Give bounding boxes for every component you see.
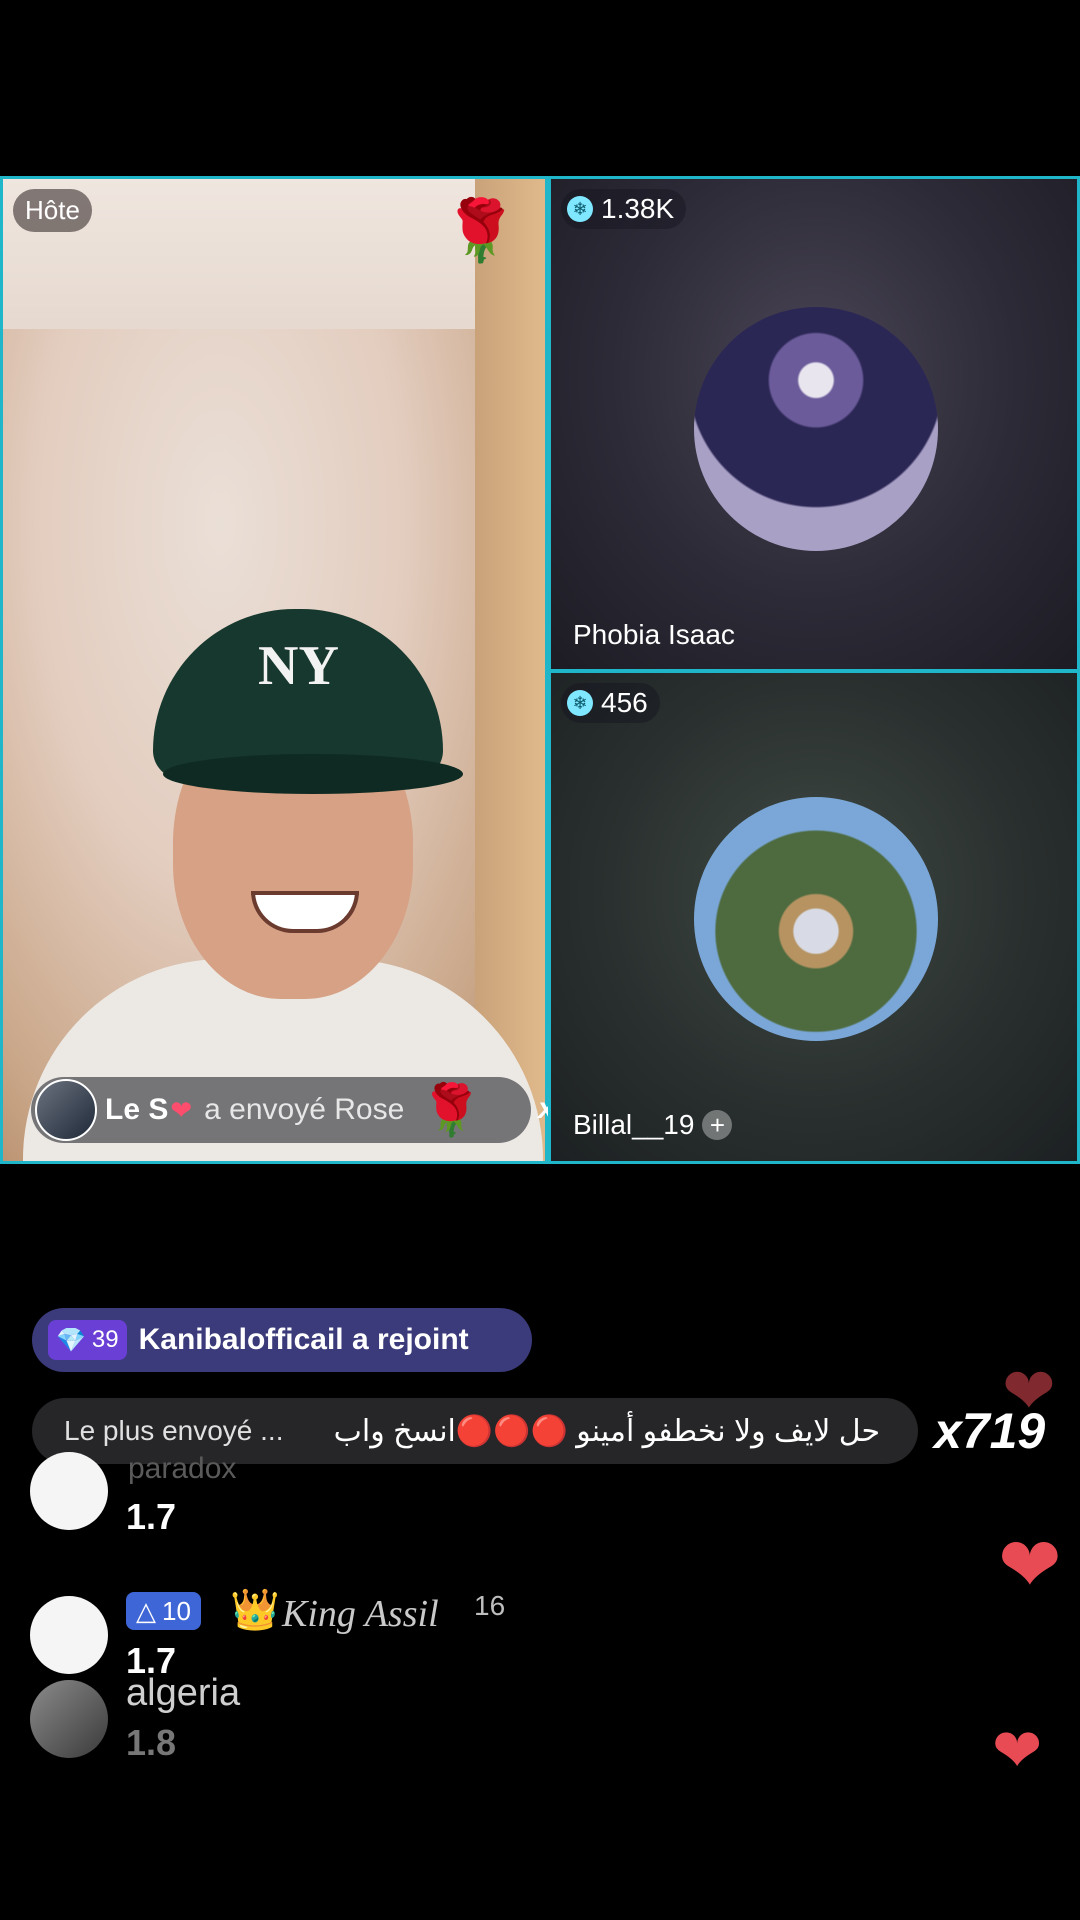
guest-coins: 456 [601,687,648,718]
chat-user-number: 16 [474,1590,506,1621]
rose-icon: 🌹 [420,1081,483,1138]
chat-avatar[interactable] [30,1596,108,1674]
guest-tile-1[interactable]: ❄ 1.38K Phobia Isaac [548,176,1080,672]
gift-sender-avatar [35,1079,97,1141]
gift-text: a envoyé Rose [204,1093,405,1126]
chat-avatar[interactable] [30,1680,108,1758]
guest-avatar[interactable] [694,797,938,1041]
door-frame [475,179,545,1161]
level-number: 10 [162,1595,191,1626]
chat-username: King Assil [282,1593,439,1635]
follow-plus-button[interactable]: + [702,1110,733,1140]
guest-coins-pill: ❄ 1.38K [561,189,687,229]
heart-icon: ❤ [998,1523,1062,1608]
guest-tile-2[interactable]: ❄ 456 Billal__19 + [548,670,1080,1164]
top-message-label: Le plus envoyé ... [64,1415,284,1446]
live-grid: NY Hôte 🌹 Le S ❤ a envoyé Rose 🌹 x 1 ❄ 1… [0,176,1080,1164]
guest-name: Billal__19 [573,1109,695,1140]
chat-username: algeria [126,1672,241,1714]
host-badge: Hôte [13,189,92,232]
chat-value: 1.8 [126,1722,177,1763]
cap-logo: NY [258,635,339,697]
join-text: Kanibalofficail a rejoint [138,1323,469,1356]
gift-sender-name: Le S [105,1093,169,1126]
guest-coins: 1.38K [601,193,675,224]
top-message-text: حل لايف ولا نخطفو أمينو 🔴🔴🔴انسخ واب [333,1414,880,1448]
chat-username: paradox [128,1452,237,1485]
gift-notification: Le S ❤ a envoyé Rose 🌹 [31,1077,531,1143]
guest-name-row: Billal__19 + [573,1109,733,1141]
diamond-icon: ❄ [567,196,593,222]
crown-icon: 👑 [230,1588,280,1632]
heart-icon: ❤ [170,1094,193,1125]
diamond-icon: ❄ [567,690,593,716]
join-notification: 💎 39 Kanibalofficail a rejoint [32,1308,532,1372]
chat-value: 1.7 [126,1496,177,1537]
host-cap-brim [163,754,463,794]
guest-avatar[interactable] [694,307,938,551]
rose-gift-icon: 🌹 [443,197,518,264]
guest-coins-pill: ❄ 456 [561,683,660,723]
level-badge: △ 10 [126,1592,201,1630]
heart-icon: ❤ [1002,1355,1056,1427]
triangle-icon: △ [136,1595,156,1626]
chat-avatar[interactable] [30,1452,108,1530]
heart-icon: ❤ [992,1717,1043,1784]
host-video-tile[interactable]: NY Hôte 🌹 Le S ❤ a envoyé Rose 🌹 [0,176,548,1164]
guest-name: Phobia Isaac [573,619,735,650]
gem-icon: 💎 [56,1326,86,1354]
level-number: 39 [91,1326,119,1353]
level-badge: 💎 39 [48,1320,127,1360]
